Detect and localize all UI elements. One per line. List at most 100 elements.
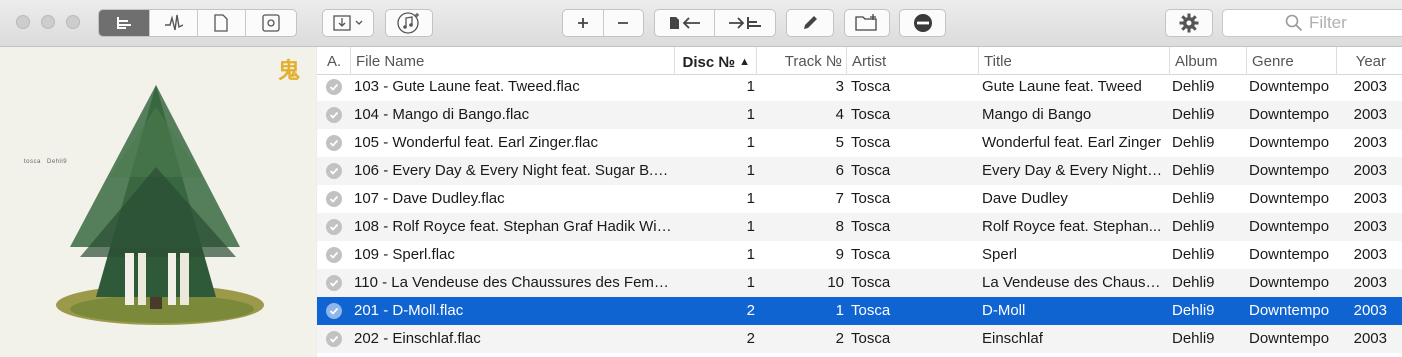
tags-from-filename-button[interactable] [715,10,775,36]
cell-track: 7 [835,190,844,207]
cell-track: 8 [835,218,844,235]
column-header-artist[interactable]: Artist [846,47,978,75]
cell-file: 103 - Gute Laune feat. Tweed.flac [354,78,580,95]
filename-from-tags-button[interactable] [655,10,716,36]
toolbar [0,0,1402,47]
window-close-button[interactable] [16,15,30,29]
cover-artist-label: tosca [24,159,41,165]
new-folder-button[interactable] [844,9,890,37]
checkmark-icon [326,303,342,319]
cell-track: 6 [835,162,844,179]
cell-year: 2003 [1353,302,1387,319]
cell-track: 1 [835,302,844,319]
table-row[interactable]: 107 - Dave Dudley.flac 1 7 Tosca Dave Dudley… [317,185,1402,213]
cell-disc: 1 [746,106,755,123]
checkmark-icon [326,331,342,347]
table-row[interactable]: 104 - Mango di Bango.flac 1 4 Tosca Mango di… [317,101,1402,129]
document-view-button[interactable] [198,10,246,36]
column-header-disc[interactable]: Disc № ▲ [674,47,756,75]
column-header-album[interactable]: Album [1169,47,1246,75]
cell-artist: Tosca [851,162,891,179]
cell-file: 108 - Rolf Royce feat. Stephan Graf Hadi… [354,218,672,235]
cell-title: Sperl [982,246,1018,263]
checkmark-icon [326,191,342,207]
cell-genre: Downtempo [1249,218,1330,235]
cover-album-label: Dehli9 [47,159,68,165]
cell-album: Dehli9 [1172,78,1215,95]
cell-year: 2003 [1353,134,1387,151]
cell-year: 2003 [1353,274,1387,291]
table-row[interactable]: 105 - Wonderful feat. Earl Zinger.flac 1 5… [317,129,1402,157]
cell-disc: 1 [746,274,755,291]
plus-icon [577,18,588,28]
arrow-list-right-icon [729,17,761,29]
cell-title: D-Moll [982,302,1026,319]
cell-title: Every Day & Every Night f... [982,162,1164,179]
table-row[interactable]: 110 - La Vendeuse des Chaussures des Fem… [317,269,1402,297]
table-row[interactable]: 103 - Gute Laune feat. Tweed.flac 1 3 Tosca… [317,73,1402,101]
settings-button[interactable] [1165,9,1213,37]
cell-genre: Downtempo [1249,106,1330,123]
window-zoom-button[interactable] [66,15,80,29]
column-header-track[interactable]: Track № [756,47,846,75]
cell-disc: 2 [746,302,755,319]
cell-track: 9 [835,246,844,263]
cell-track: 4 [835,106,844,123]
cell-album: Dehli9 [1172,302,1215,319]
cell-title: Wonderful feat. Earl Zinger [982,134,1161,151]
cell-year: 2003 [1353,190,1387,207]
search-icon [1285,14,1303,32]
remove-item-button[interactable] [899,9,946,37]
cell-album: Dehli9 [1172,274,1215,291]
waveform-view-button[interactable] [150,10,198,36]
album-cover-image [56,85,264,325]
add-button[interactable] [563,10,604,36]
table-row-selected[interactable]: 201 - D-Moll.flac 2 1 Tosca D-Moll Dehli9 Down… [317,297,1402,325]
cell-title: Rolf Royce feat. Stephan... [982,218,1162,235]
cell-title: La Vendeuse des Chauss... [982,274,1164,291]
filter-field[interactable] [1222,9,1402,37]
cell-genre: Downtempo [1249,246,1330,263]
track-table: A. File Name Disc № ▲ Track № Artist Titl… [317,47,1402,357]
pencil-icon [804,16,817,29]
checkmark-icon [326,107,342,123]
cell-artist: Tosca [851,218,891,235]
cell-album: Dehli9 [1172,246,1215,263]
column-header-genre[interactable]: Genre [1246,47,1336,75]
import-dropdown-button[interactable] [322,9,374,37]
remove-button[interactable] [604,10,644,36]
cover-seal-glyph: 鬼 [278,58,301,83]
remove-circle-icon [913,14,932,32]
cell-album: Dehli9 [1172,218,1215,235]
cell-disc: 1 [746,218,755,235]
add-music-button[interactable] [385,9,433,37]
cell-artist: Tosca [851,134,891,151]
cell-year: 2003 [1353,106,1387,123]
window-minimize-button[interactable] [41,15,55,29]
filter-input[interactable] [1309,13,1402,33]
checkmark-icon [326,163,342,179]
import-icon [333,15,363,31]
artwork-view-button[interactable] [246,10,296,36]
cell-file: 110 - La Vendeuse des Chaussures des Fem… [354,274,672,291]
table-row[interactable]: 106 - Every Day & Every Night feat. Suga… [317,157,1402,185]
list-view-button[interactable] [99,10,151,36]
cell-title: Dave Dudley [982,190,1068,207]
checkmark-icon [326,79,342,95]
add-remove-control [562,9,644,37]
cell-artist: Tosca [851,274,891,291]
artwork-icon [262,14,280,32]
cell-artist: Tosca [851,78,891,95]
cell-disc: 2 [746,330,755,347]
cell-genre: Downtempo [1249,190,1330,207]
column-header-a[interactable]: A. [317,47,350,75]
column-header-title[interactable]: Title [978,47,1169,75]
table-row[interactable]: 202 - Einschlaf.flac 2 2 Tosca Einschlaf Dehl… [317,325,1402,353]
table-row[interactable]: 108 - Rolf Royce feat. Stephan Graf Hadi… [317,213,1402,241]
column-header-file-name[interactable]: File Name [350,47,674,75]
edit-button[interactable] [786,9,834,37]
column-header-year[interactable]: Year [1336,47,1402,75]
cell-album: Dehli9 [1172,330,1215,347]
cell-title: Mango di Bango [982,106,1092,123]
table-row[interactable]: 109 - Sperl.flac 1 9 Tosca Sperl Dehli9 Downte… [317,241,1402,269]
